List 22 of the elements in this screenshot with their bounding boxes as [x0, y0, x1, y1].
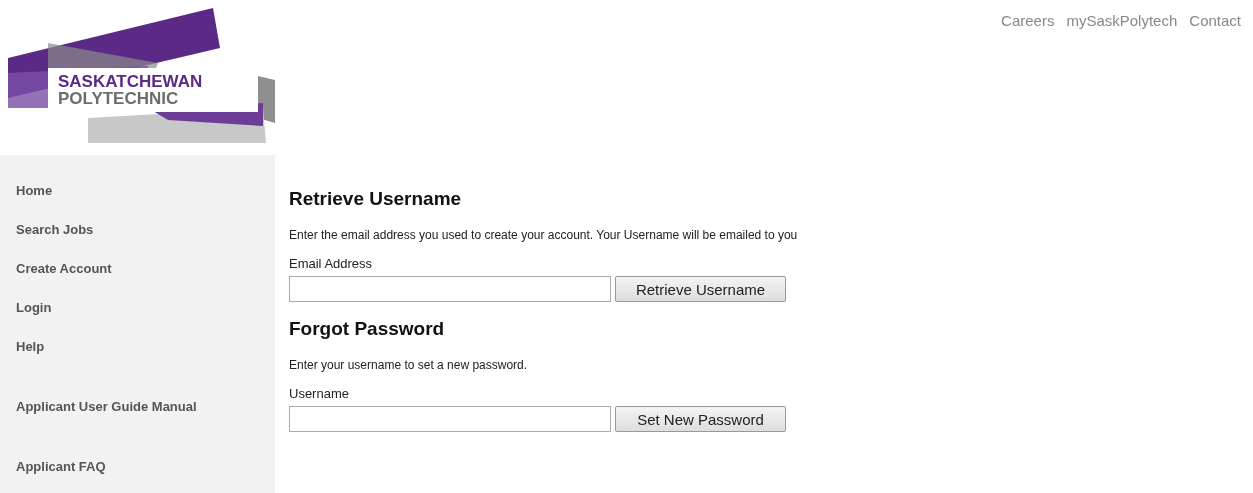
logo-wordmark: SASKATCHEWAN — [58, 73, 204, 90]
sidebar-link[interactable]: Applicant User Guide Manual — [0, 397, 275, 415]
sidebar-link[interactable]: Applicant FAQ — [0, 457, 275, 475]
top-nav-link[interactable]: Contact — [1189, 12, 1241, 29]
instructions-text: Enter the email address you used to create your account. Your Username will be emailed to you — [289, 228, 798, 242]
sidebar-link[interactable]: Login — [0, 298, 275, 337]
submit-button[interactable]: Retrieve Username — [615, 276, 786, 302]
sidebar-link[interactable]: Home — [0, 181, 275, 220]
section-heading: Retrieve Username — [289, 188, 463, 210]
field-label: Username — [289, 386, 350, 401]
submit-button[interactable]: Set New Password — [615, 406, 786, 432]
sidebar-link[interactable]: Help — [0, 337, 275, 355]
field-label: Email Address — [289, 256, 374, 271]
sidebar-link[interactable]: Create Account — [0, 259, 275, 298]
sidebar-link[interactable]: Search Jobs — [0, 220, 275, 259]
logo-wordmark: POLYTECHNIC — [58, 90, 180, 107]
section-heading: Forgot Password — [289, 318, 446, 340]
instructions-text: Enter your username to set a new password. — [289, 358, 529, 372]
input-field[interactable] — [289, 276, 611, 302]
input-field[interactable] — [289, 406, 611, 432]
top-nav-link[interactable]: mySaskPolytech — [1066, 12, 1178, 29]
top-nav-link[interactable]: Careers — [1001, 12, 1055, 29]
